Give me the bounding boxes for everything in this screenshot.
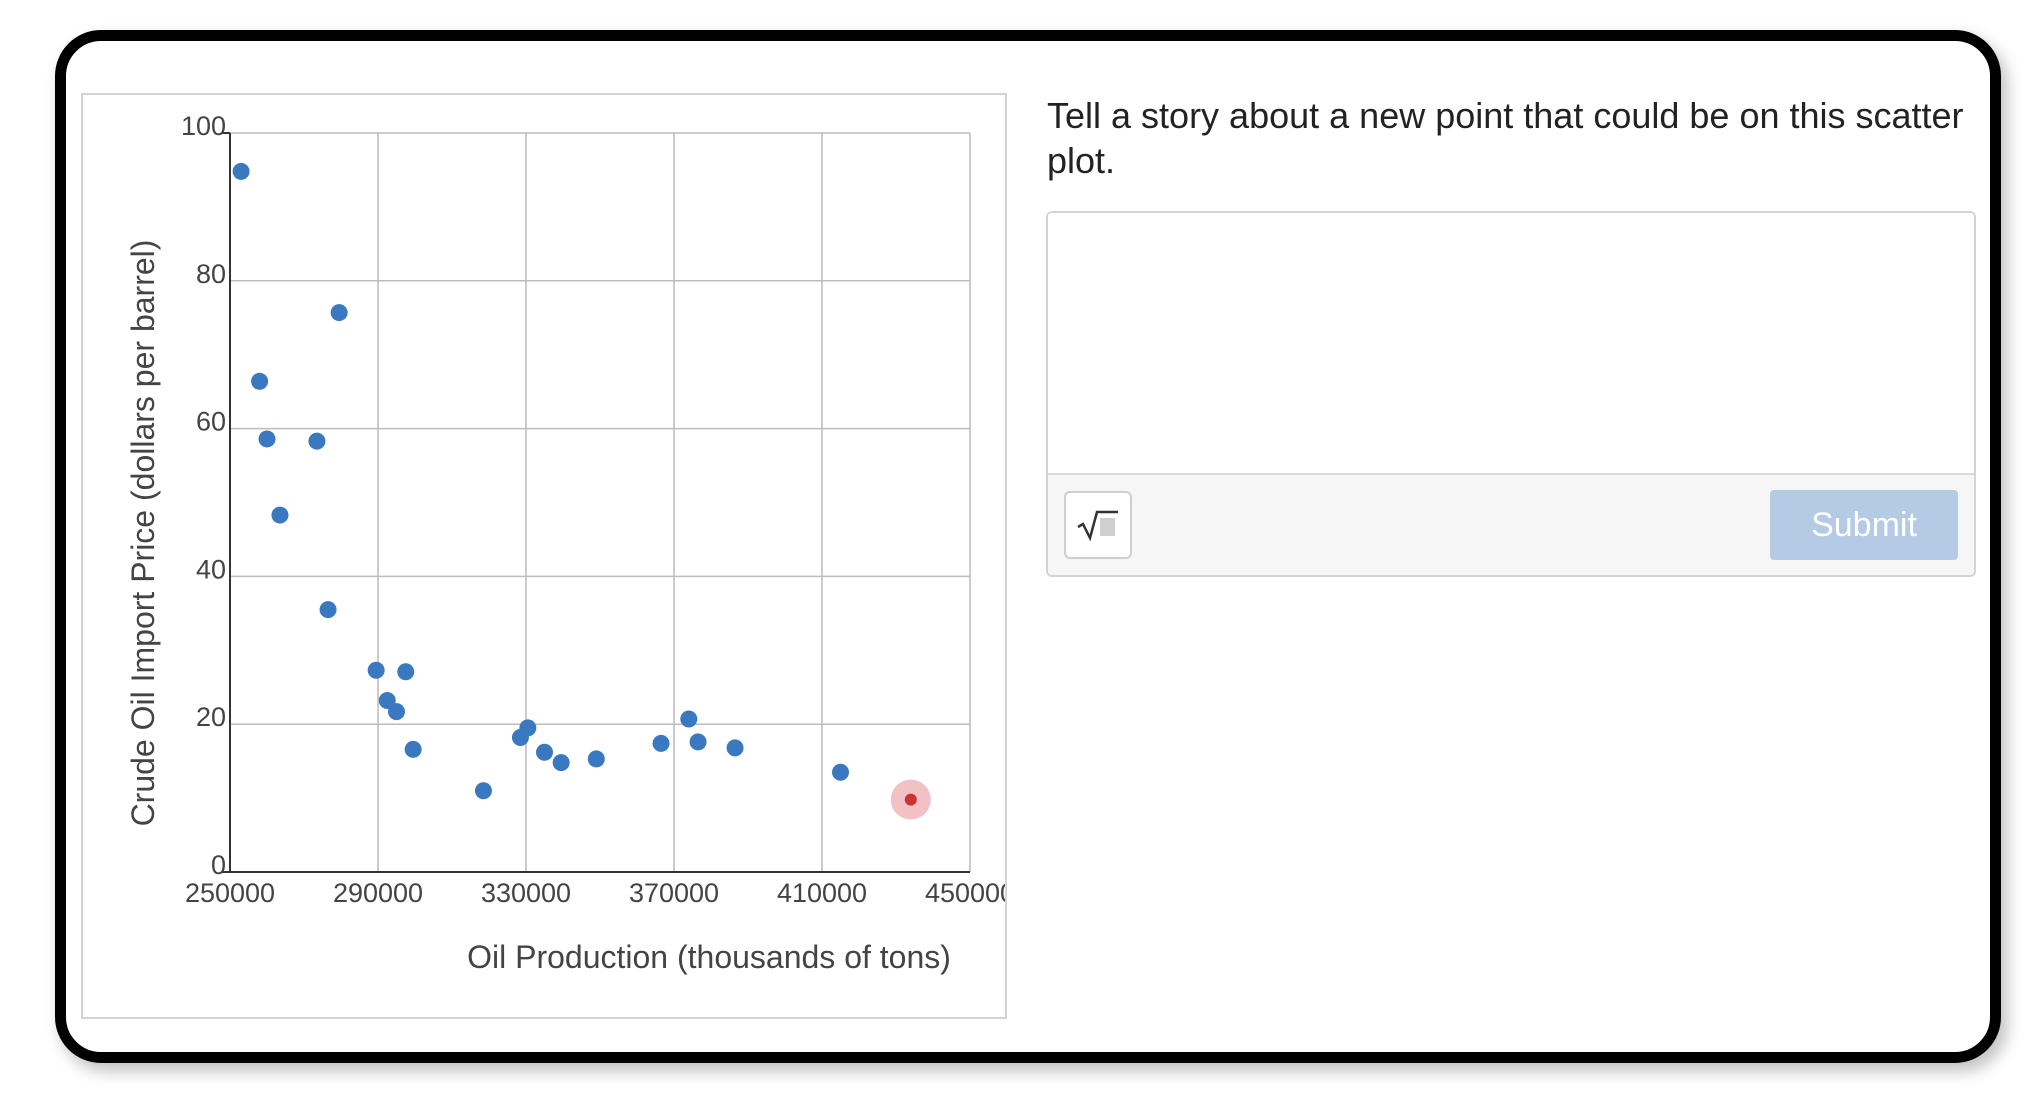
y-tick-label: 20 [196,702,226,732]
scatter-plot-panel[interactable]: 250000 290000 330000 370000 410000 450000 0 20 4… [81,93,1007,1019]
submit-button[interactable]: Submit [1770,490,1958,560]
math-input-button[interactable] [1064,491,1132,559]
data-point [319,601,337,619]
x-tick-label: 450000 [925,878,1007,908]
data-point [388,703,405,721]
data-point [330,304,348,322]
data-point [232,162,250,180]
y-tick-label: 40 [196,554,226,584]
y-tick-label: 60 [196,407,226,437]
data-point [519,719,537,737]
data-point [404,740,422,758]
data-points [232,162,931,820]
data-point [587,750,605,768]
data-point [271,506,289,524]
tick-labels: 250000 290000 330000 370000 410000 450000 0 20 4… [181,111,1007,908]
data-point [689,733,707,751]
data-point [726,739,744,757]
answer-box: Submit [1046,211,1976,577]
data-point [397,663,415,681]
x-axis-title: Oil Production (thousands of tons) [467,939,951,975]
y-axis-title: Crude Oil Import Price (dollars per barr… [125,240,161,827]
data-point [680,710,698,728]
x-tick-label: 330000 [481,878,571,908]
new-point[interactable] [904,793,917,806]
data-point [251,372,269,390]
answer-textarea[interactable] [1048,213,1974,473]
data-point [367,661,385,679]
answer-toolbar: Submit [1048,473,1974,575]
square-root-icon [1077,510,1118,541]
data-point [474,782,492,800]
data-point [536,743,553,761]
x-tick-label: 370000 [629,878,719,908]
data-point [652,734,670,752]
question-prompt: Tell a story about a new point that coul… [1047,95,1964,181]
y-tick-label: 0 [211,850,226,880]
y-tick-label: 100 [181,111,226,141]
scatter-plot[interactable]: 250000 290000 330000 370000 410000 450000 0 20 4… [83,95,1007,1019]
data-point [552,754,570,772]
y-tick-label: 80 [196,259,226,289]
x-tick-label: 410000 [777,878,867,908]
data-point [258,430,276,448]
data-point [832,763,849,781]
x-tick-label: 250000 [185,878,275,908]
data-point [308,432,326,450]
x-tick-label: 290000 [333,878,423,908]
